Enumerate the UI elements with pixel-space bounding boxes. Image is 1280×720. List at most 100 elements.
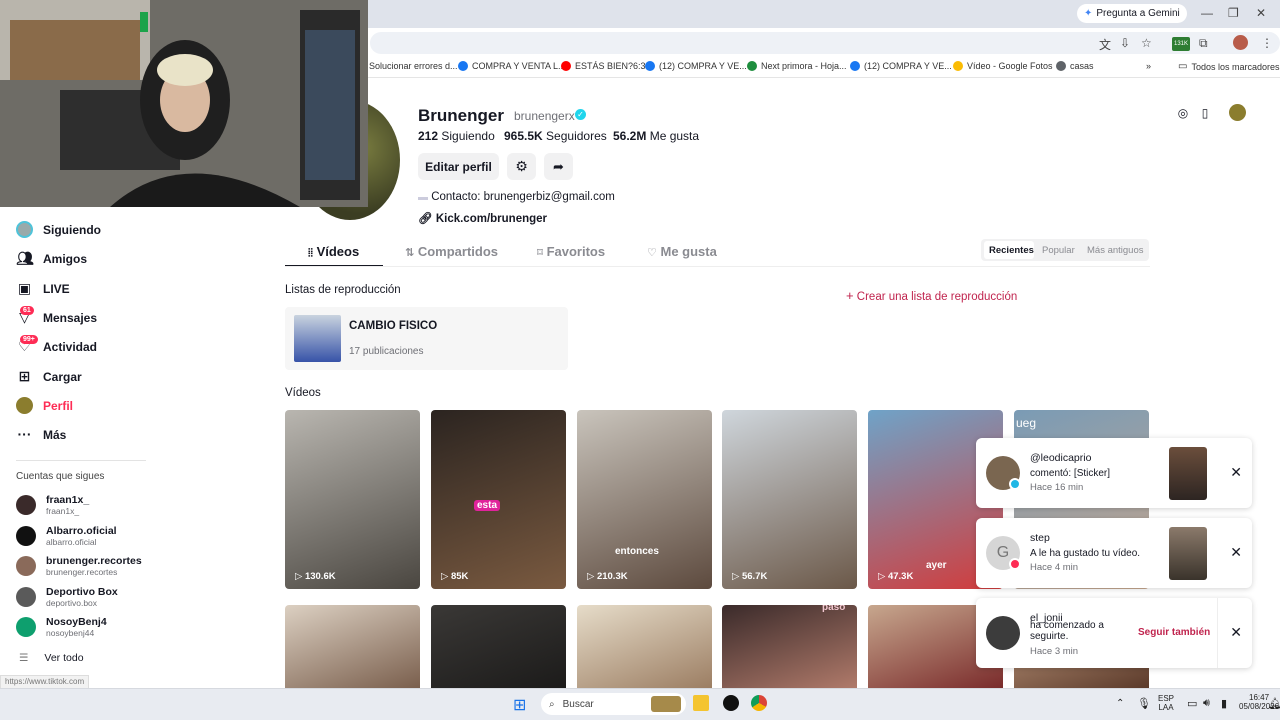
- device-icon[interactable]: ▯: [1196, 104, 1214, 122]
- extension-badge[interactable]: 131K: [1172, 37, 1190, 51]
- settings-gear-icon[interactable]: ⚙: [507, 153, 536, 180]
- notification-message: ha comenzado a seguirte.: [1030, 620, 1104, 642]
- tab-reposts[interactable]: ⇅ Compartidos: [405, 244, 498, 259]
- notification-card[interactable]: @leodicaprio comentó: [Sticker] Hace 16 …: [976, 438, 1252, 508]
- followed-account[interactable]: brunenger.recortes brunenger.recortes: [16, 555, 142, 577]
- playlists-title: Listas de reproducción: [285, 284, 401, 296]
- sort-oldest[interactable]: Más antiguos: [1087, 245, 1144, 256]
- chrome-profile-avatar[interactable]: [1233, 35, 1248, 50]
- close-icon[interactable]: ✕: [1230, 464, 1242, 481]
- sidebar-item-cargar[interactable]: ⊞ Cargar: [16, 368, 82, 385]
- sort-recent[interactable]: Recientes: [989, 245, 1034, 256]
- notification-thumbnail[interactable]: [1169, 447, 1207, 500]
- video-thumbnail[interactable]: esta ▷ 85K: [431, 410, 566, 589]
- notification-card[interactable]: el_jonii ha comenzado a seguirte. Hace 3…: [976, 598, 1252, 668]
- maximize-icon[interactable]: ❐: [1228, 6, 1239, 20]
- star-icon[interactable]: ☆: [1141, 36, 1152, 50]
- bookmark-favicon-icon: [645, 61, 655, 71]
- close-icon[interactable]: ✕: [1230, 624, 1242, 641]
- close-window-icon[interactable]: ✕: [1256, 6, 1266, 20]
- tab-videos[interactable]: ⦙⦙ Vídeos: [308, 244, 359, 260]
- notification-card[interactable]: G step A le ha gustado tu vídeo. Hace 4 …: [976, 518, 1252, 588]
- bookmark-item[interactable]: (12) COMPRA Y VE...: [850, 61, 952, 71]
- notification-message: comentó: [Sticker]: [1030, 468, 1111, 479]
- video-thumbnail[interactable]: [577, 605, 712, 688]
- followers-stat[interactable]: 965.5K Seguidores: [504, 129, 607, 143]
- sidebar-item-siguiendo[interactable]: Siguiendo: [16, 221, 101, 238]
- notification-user: @leodicaprio: [1030, 452, 1092, 464]
- gemini-button[interactable]: ✦ Pregunta a Gemini: [1077, 4, 1187, 23]
- video-thumbnail[interactable]: ▷ 56.7K: [722, 410, 857, 589]
- notification-bell-icon[interactable]: 🔔︎: [1268, 697, 1280, 710]
- bookmark-item[interactable]: Vídeo - Google Fotos: [953, 61, 1053, 71]
- avatar: [16, 556, 36, 576]
- translate-icon[interactable]: 文: [1099, 36, 1111, 53]
- create-playlist-link[interactable]: + Crear una lista de reproducción: [846, 288, 1017, 303]
- view-count: ▷ 210.3K: [587, 571, 628, 582]
- video-thumbnail[interactable]: ▷ 130.6K: [285, 410, 420, 589]
- plus-icon: +: [846, 288, 854, 303]
- notification-thumbnail[interactable]: [1169, 527, 1207, 580]
- bookmark-favicon-icon: [953, 61, 963, 71]
- volume-icon[interactable]: 🔊︎: [1203, 697, 1210, 710]
- avatar: [16, 617, 36, 637]
- profile-link[interactable]: 🔗︎ Kick.com/brunenger: [418, 211, 547, 225]
- microphone-icon[interactable]: 🎙︎: [1137, 697, 1151, 710]
- video-thumbnail[interactable]: [431, 605, 566, 688]
- list-icon: ☰: [19, 652, 29, 664]
- followed-account[interactable]: NosoyBenj4 nosoybenj44: [16, 616, 107, 638]
- minimize-icon[interactable]: —: [1201, 6, 1213, 20]
- upload-icon: ⊞: [18, 368, 31, 384]
- extensions-icon[interactable]: ⧉: [1199, 36, 1208, 51]
- tab-favorites[interactable]: ⌑ Favoritos: [537, 244, 605, 259]
- more-bookmarks-icon[interactable]: »: [1146, 61, 1151, 71]
- gemini-icon: ✦: [1084, 8, 1093, 19]
- qr-icon[interactable]: ◎: [1174, 104, 1192, 122]
- display-icon[interactable]: ▭: [1187, 697, 1197, 710]
- bookmark-item[interactable]: casas: [1056, 61, 1094, 71]
- more-icon: ···: [17, 426, 32, 442]
- following-accounts-title: Cuentas que sigues: [16, 471, 105, 482]
- tiktok-app-icon[interactable]: [723, 695, 739, 711]
- bookmark-item[interactable]: Solucionar errores d...: [369, 61, 458, 71]
- install-icon[interactable]: ⇩: [1120, 36, 1130, 50]
- close-icon[interactable]: ✕: [1230, 544, 1242, 561]
- video-thumbnail[interactable]: [285, 605, 420, 688]
- chrome-app-icon[interactable]: [751, 695, 767, 711]
- windows-start-icon[interactable]: ⊞: [513, 695, 526, 715]
- bookmark-item[interactable]: (12) COMPRA Y VE...: [645, 61, 747, 71]
- profile-name: Brunenger: [418, 106, 504, 125]
- sidebar-item-perfil[interactable]: Perfil: [16, 397, 73, 414]
- tray-chevron-icon[interactable]: ⌃: [1116, 698, 1124, 709]
- chrome-menu-icon[interactable]: ⋮: [1261, 36, 1273, 50]
- share-icon[interactable]: ➦: [544, 153, 573, 180]
- video-caption: ayer: [926, 560, 947, 571]
- language-indicator[interactable]: ESP LAA: [1158, 694, 1174, 712]
- bookmark-item[interactable]: COMPRA Y VENTA L...: [458, 61, 566, 71]
- edit-profile-button[interactable]: Editar perfil: [418, 153, 499, 180]
- sidebar-item-live[interactable]: ▣ LIVE: [16, 280, 70, 297]
- follow-back-button[interactable]: Seguir también: [1138, 627, 1210, 638]
- notification-time: Hace 4 min: [1030, 562, 1079, 573]
- sort-popular[interactable]: Popular: [1042, 245, 1075, 256]
- user-avatar[interactable]: [1229, 104, 1246, 121]
- video-thumbnail[interactable]: paso: [722, 605, 857, 688]
- all-bookmarks[interactable]: ▭ Todos los marcadores: [1178, 61, 1280, 72]
- bookmark-item[interactable]: ESTÁS BIEN?6:33: [561, 61, 651, 71]
- play-icon: ▷: [878, 571, 888, 582]
- followed-account[interactable]: Deportivo Box deportivo.box: [16, 586, 118, 608]
- folder-icon: ▭: [1178, 61, 1188, 72]
- following-stat[interactable]: 212 Siguiendo: [418, 129, 495, 143]
- battery-icon[interactable]: ▮: [1221, 697, 1227, 710]
- followed-account[interactable]: Albarro.oficial albarro.oficial: [16, 525, 117, 547]
- sidebar-item-amigos[interactable]: 👥︎ Amigos: [16, 250, 87, 267]
- tab-liked[interactable]: ♡ Me gusta: [647, 244, 717, 259]
- bookmark-item[interactable]: Next primora - Hoja...: [747, 61, 847, 71]
- sidebar-item-más[interactable]: ··· Más: [16, 426, 67, 443]
- followed-account[interactable]: fraan1x_ fraan1x_: [16, 494, 89, 516]
- file-explorer-icon[interactable]: [693, 695, 709, 711]
- grid-icon: ⦙⦙: [308, 247, 313, 259]
- video-thumbnail[interactable]: entonces ▷ 210.3K: [577, 410, 712, 589]
- play-icon: ▷: [587, 571, 597, 582]
- see-all-link[interactable]: ☰ Ver todo: [16, 652, 84, 664]
